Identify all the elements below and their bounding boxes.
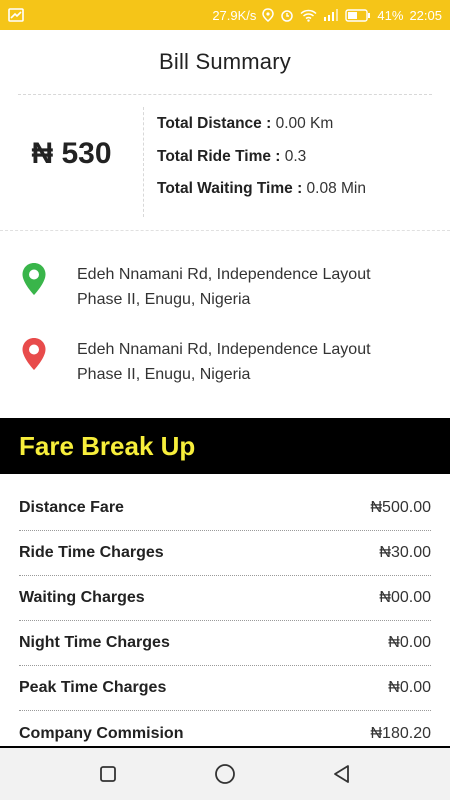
fare-row-peak-time: Peak Time Charges ₦0.00 — [19, 666, 431, 711]
stat-value: 0.00 Km — [275, 115, 334, 132]
stat-value: 0.08 Min — [306, 180, 366, 197]
battery-icon — [345, 8, 371, 22]
circle-icon — [215, 764, 235, 784]
divider — [143, 107, 144, 217]
address-line: Phase II, Enugu, Nigeria — [77, 366, 251, 383]
fare-label: Company Commision — [19, 724, 184, 742]
fare-label: Ride Time Charges — [19, 544, 164, 561]
stat-label: Total Ride Time : — [157, 147, 285, 165]
address-line: Edeh Nnamani Rd, Independence Layout — [77, 341, 371, 358]
fare-row-distance: Distance Fare ₦500.00 — [19, 486, 431, 531]
battery-percent: 41% — [377, 7, 404, 23]
fare-label: Peak Time Charges — [19, 679, 167, 696]
fare-label: Night Time Charges — [19, 634, 170, 651]
fare-value: ₦0.00 — [388, 634, 431, 651]
page-title: Bill Summary — [159, 49, 291, 74]
fare-breakup-header: Fare Break Up — [0, 418, 450, 474]
green-pin-icon — [21, 262, 47, 296]
address-line: Phase II, Enugu, Nigeria — [77, 291, 251, 308]
recents-button[interactable] — [88, 754, 128, 794]
system-nav-bar — [0, 748, 450, 800]
notification-icon — [8, 8, 24, 22]
stat-label: Total Waiting Time : — [157, 180, 307, 197]
red-pin-icon — [21, 337, 47, 371]
section-title: Fare Break Up — [19, 430, 196, 461]
stat-total-waiting-time: Total Waiting Time : 0.08 Min — [157, 180, 442, 213]
network-speed: 27.9K/s — [212, 7, 257, 23]
address-line: Edeh Nnamani Rd, Independence Layout — [77, 266, 371, 283]
back-button[interactable] — [322, 754, 362, 794]
total-amount: ₦ 530 — [31, 137, 112, 170]
fare-value: ₦500.00 — [370, 499, 432, 516]
home-button[interactable] — [205, 754, 245, 794]
wifi-icon — [300, 9, 317, 22]
fare-row-waiting: Waiting Charges ₦00.00 — [19, 576, 431, 621]
fare-list: Distance Fare ₦500.00 Ride Time Charges … — [19, 486, 431, 756]
clock-time: 22:05 — [409, 7, 442, 23]
location-icon — [262, 8, 275, 22]
stat-label: Total Distance : — [157, 115, 276, 132]
dropoff-location: Edeh Nnamani Rd, Independence Layout Pha… — [0, 337, 450, 397]
fare-value: ₦30.00 — [379, 544, 431, 561]
fare-label: Waiting Charges — [19, 589, 145, 606]
alarm-icon — [280, 8, 294, 22]
fare-label: Distance Fare — [19, 499, 124, 516]
bill-summary-panel: ₦ 530 Total Distance : 0.00 Km Total Rid… — [0, 95, 450, 229]
stat-total-ride-time: Total Ride Time : 0.3 — [157, 148, 442, 181]
trip-stats: Total Distance : 0.00 Km Total Ride Time… — [157, 115, 442, 213]
fare-value: ₦180.20 — [370, 724, 432, 742]
divider — [0, 230, 450, 231]
pickup-location: Edeh Nnamani Rd, Independence Layout Pha… — [0, 262, 450, 322]
fare-row-night-time: Night Time Charges ₦0.00 — [19, 621, 431, 666]
stat-total-distance: Total Distance : 0.00 Km — [157, 115, 442, 148]
stat-value: 0.3 — [284, 147, 307, 165]
pickup-address: Edeh Nnamani Rd, Independence Layout Pha… — [77, 262, 427, 312]
status-bar: 27.9K/s 41% 22:05 — [0, 0, 450, 30]
header: Bill Summary — [0, 30, 450, 94]
triangle-back-icon — [333, 765, 349, 783]
fare-value: ₦00.00 — [379, 589, 431, 606]
fare-row-ride-time: Ride Time Charges ₦30.00 — [19, 531, 431, 576]
signal-icon — [323, 9, 339, 21]
fare-value: ₦0.00 — [388, 679, 431, 696]
square-icon — [100, 766, 117, 782]
dropoff-address: Edeh Nnamani Rd, Independence Layout Pha… — [77, 337, 427, 387]
